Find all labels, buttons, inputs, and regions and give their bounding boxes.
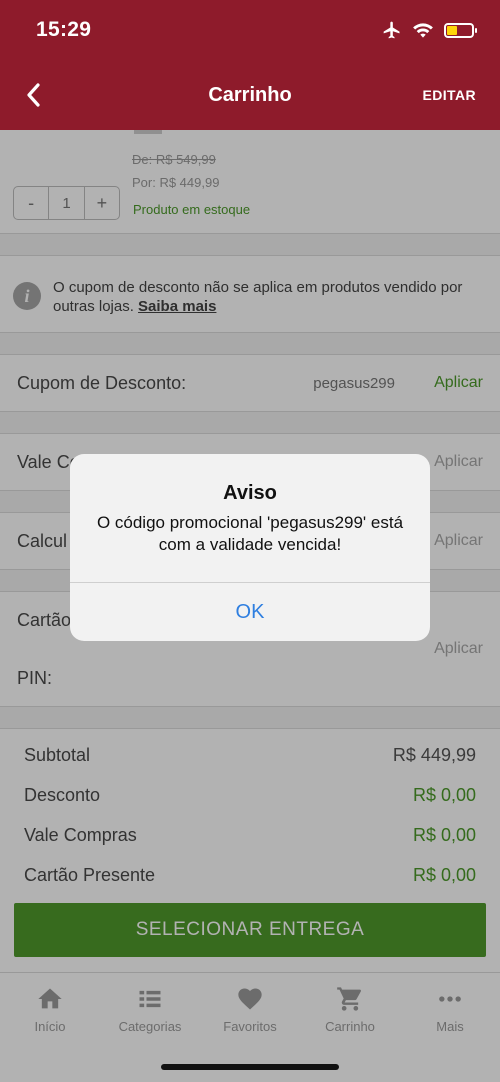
alert-dialog: Aviso O código promocional 'pegasus299' …	[70, 454, 430, 641]
alert-title: Aviso	[223, 482, 277, 504]
wifi-icon	[413, 23, 433, 38]
status-icons	[382, 20, 477, 40]
airplane-icon	[383, 21, 400, 39]
ok-button[interactable]: OK	[70, 583, 430, 641]
battery-icon	[444, 22, 477, 38]
status-bar: 15:29	[0, 0, 500, 62]
alert-message: O código promocional 'pegasus299' está c…	[96, 513, 404, 554]
status-time: 15:29	[36, 18, 92, 41]
app-header: Carrinho EDITAR	[0, 62, 500, 130]
home-indicator	[161, 1064, 339, 1070]
edit-button[interactable]: EDITAR	[423, 87, 476, 103]
